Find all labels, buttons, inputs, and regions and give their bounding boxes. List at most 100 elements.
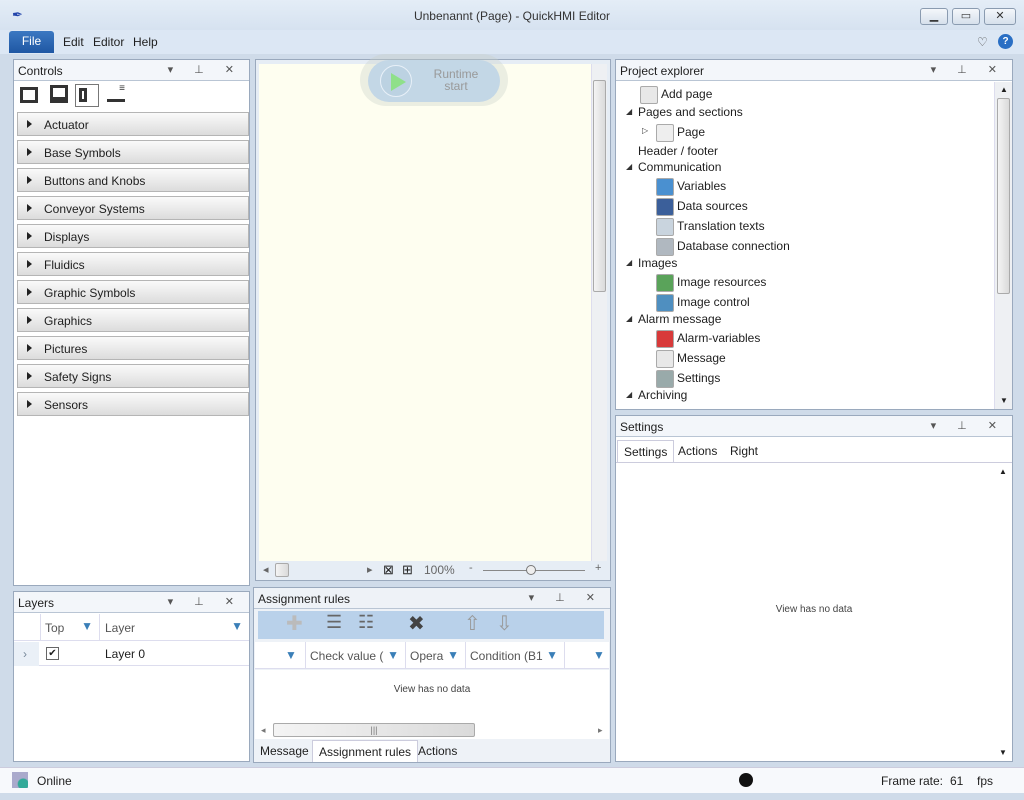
panel-buttons[interactable]: ▾ ⊥ ✕ bbox=[168, 63, 243, 76]
zoom-in-button[interactable]: + bbox=[595, 562, 601, 574]
tree-item[interactable]: Alarm-variables bbox=[656, 330, 760, 348]
menu-editor[interactable]: Editor bbox=[93, 35, 124, 49]
project-tree: Add page ◢ Pages and sections ▷ Page Header /… bbox=[616, 82, 994, 409]
edit-list-icon[interactable]: ☰ bbox=[326, 612, 342, 633]
add-icon[interactable]: ✚ bbox=[286, 611, 303, 636]
panel-title: Settings bbox=[620, 420, 664, 434]
tree-item[interactable]: ◢ Communication bbox=[626, 160, 721, 174]
menu-file[interactable]: File bbox=[9, 31, 54, 53]
tree-item[interactable]: Add page bbox=[640, 86, 712, 104]
tree-item-label: Page bbox=[677, 125, 706, 140]
delete-icon[interactable]: ✖ bbox=[408, 611, 425, 636]
category-pictures[interactable]: Pictures bbox=[17, 336, 249, 360]
collapse-icon[interactable]: ◢ bbox=[626, 390, 632, 399]
category-fluidics[interactable]: Fluidics bbox=[17, 252, 249, 276]
collapse-icon[interactable]: ◢ bbox=[626, 258, 632, 267]
tree-item[interactable]: ◢ Alarm message bbox=[626, 312, 721, 326]
panel-buttons[interactable]: ▾ ⊥ ✕ bbox=[931, 63, 1006, 76]
tree-item[interactable]: Variables bbox=[656, 178, 726, 196]
box-view-icon[interactable] bbox=[20, 87, 38, 103]
column-operator[interactable]: Opera ▼ bbox=[405, 642, 465, 669]
maximize-button[interactable]: ▭ bbox=[952, 8, 980, 25]
variables-icon bbox=[656, 178, 674, 196]
category-buttons-and-knobs[interactable]: Buttons and Knobs bbox=[17, 168, 249, 192]
runtime-start-button[interactable]: Runtime start bbox=[368, 60, 500, 102]
move-down-icon[interactable]: ⇩ bbox=[496, 611, 513, 636]
collapse-icon[interactable]: ◢ bbox=[626, 314, 632, 323]
zoom-slider-thumb[interactable] bbox=[526, 565, 536, 575]
tree-item[interactable]: Image resources bbox=[656, 274, 766, 292]
category-displays[interactable]: Displays bbox=[17, 224, 249, 248]
vertical-scrollbar[interactable]: ▲ ▼ bbox=[994, 464, 1012, 761]
tree-item[interactable]: ◢ Pages and sections bbox=[626, 105, 743, 119]
panel-buttons[interactable]: ▾ ⊥ ✕ bbox=[529, 591, 604, 604]
tab-actions[interactable]: Actions bbox=[412, 740, 463, 762]
tab-right[interactable]: Right bbox=[724, 440, 764, 462]
category-safety-signs[interactable]: Safety Signs bbox=[17, 364, 249, 388]
category-conveyor-systems[interactable]: Conveyor Systems bbox=[17, 196, 249, 220]
move-up-icon[interactable]: ⇧ bbox=[464, 611, 481, 636]
horizontal-scrollbar[interactable]: ◂ ||| ▸ bbox=[255, 722, 609, 739]
list-view-icon[interactable] bbox=[75, 84, 99, 107]
top-checkbox[interactable]: ✔ bbox=[46, 647, 59, 660]
column-check-value[interactable]: Check value (▼ bbox=[305, 642, 405, 669]
fit-page-icon[interactable]: ⊠ bbox=[383, 562, 394, 578]
help-icon[interactable]: ? bbox=[998, 34, 1013, 49]
category-actuator[interactable]: Actuator bbox=[17, 112, 249, 136]
tree-item-label: Variables bbox=[677, 179, 727, 194]
category-sensors[interactable]: Sensors bbox=[17, 392, 249, 416]
vertical-scrollbar[interactable]: ▲ ▼ bbox=[994, 82, 1012, 409]
tree-item[interactable]: ◢ Archiving bbox=[626, 388, 687, 402]
tree-item[interactable]: Message bbox=[656, 350, 726, 368]
expand-icon[interactable]: ▷ bbox=[642, 126, 648, 135]
status-bar: Online Frame rate: 61 fps bbox=[0, 767, 1024, 793]
tab-message[interactable]: Message bbox=[254, 740, 315, 762]
column-condition[interactable]: Condition (B1 ▼ bbox=[465, 642, 565, 669]
tree-item-label: Translation texts bbox=[677, 219, 765, 234]
category-graphics[interactable]: Graphics bbox=[17, 308, 249, 332]
add-page-icon bbox=[640, 86, 658, 104]
tree-item[interactable]: Data sources bbox=[656, 198, 748, 216]
table-row[interactable]: › ✔ Layer 0 bbox=[14, 642, 249, 666]
menu-edit[interactable]: Edit bbox=[63, 35, 84, 49]
panel-buttons[interactable]: ▾ ⊥ ✕ bbox=[931, 419, 1006, 432]
zoom-out-button[interactable]: - bbox=[469, 562, 473, 574]
collapse-icon[interactable]: ◢ bbox=[626, 162, 632, 171]
scroll-left-icon[interactable]: ◂ bbox=[263, 563, 269, 576]
text-view-icon[interactable]: ≡ bbox=[107, 84, 125, 102]
tree-item[interactable]: Header / footer bbox=[638, 144, 718, 158]
tree-item[interactable]: Settings bbox=[656, 370, 720, 388]
design-canvas[interactable] bbox=[259, 64, 591, 561]
delete-list-icon[interactable]: ☷ bbox=[358, 612, 374, 633]
tree-item[interactable]: ▷ Page bbox=[642, 124, 706, 142]
assignment-header: ▼ Check value (▼ Opera ▼ Condition (B1 ▼ ▼ bbox=[255, 642, 609, 669]
scroll-right-icon[interactable]: ▸ bbox=[367, 563, 373, 576]
tree-item-label: Image resources bbox=[677, 275, 767, 290]
tab-actions[interactable]: Actions bbox=[672, 440, 723, 462]
online-icon bbox=[12, 772, 28, 788]
tree-item[interactable]: Image control bbox=[656, 294, 750, 312]
vertical-scrollbar[interactable] bbox=[591, 64, 607, 561]
tab-assignment-rules[interactable]: Assignment rules bbox=[312, 740, 419, 762]
tree-item[interactable]: ◢ Images bbox=[626, 256, 677, 270]
fit-width-icon[interactable]: ⊞ bbox=[402, 562, 413, 578]
page-icon bbox=[656, 124, 674, 142]
menu-help[interactable]: Help bbox=[133, 35, 158, 49]
collapse-icon[interactable]: ◢ bbox=[626, 107, 632, 116]
image-resources-icon bbox=[656, 274, 674, 292]
tree-item[interactable]: Translation texts bbox=[656, 218, 765, 236]
category-base-symbols[interactable]: Base Symbols bbox=[17, 140, 249, 164]
tab-settings[interactable]: Settings bbox=[617, 440, 675, 462]
heart-icon[interactable]: ♡ bbox=[977, 35, 988, 49]
column-layer[interactable]: Layer ▼ bbox=[101, 614, 249, 641]
category-graphic-symbols[interactable]: Graphic Symbols bbox=[17, 280, 249, 304]
alarm-variables-icon bbox=[656, 330, 674, 348]
panel-buttons[interactable]: ▾ ⊥ ✕ bbox=[168, 595, 243, 608]
close-button[interactable]: ✕ bbox=[984, 8, 1016, 25]
column-top[interactable]: Top ▼ bbox=[40, 614, 100, 641]
box-caption-view-icon[interactable] bbox=[50, 85, 68, 103]
tree-item-label: Image control bbox=[677, 295, 750, 310]
minimize-button[interactable]: ▁ bbox=[920, 8, 948, 25]
frame-rate-label: Frame rate: bbox=[881, 774, 944, 788]
tree-item[interactable]: Database connection bbox=[656, 238, 790, 256]
